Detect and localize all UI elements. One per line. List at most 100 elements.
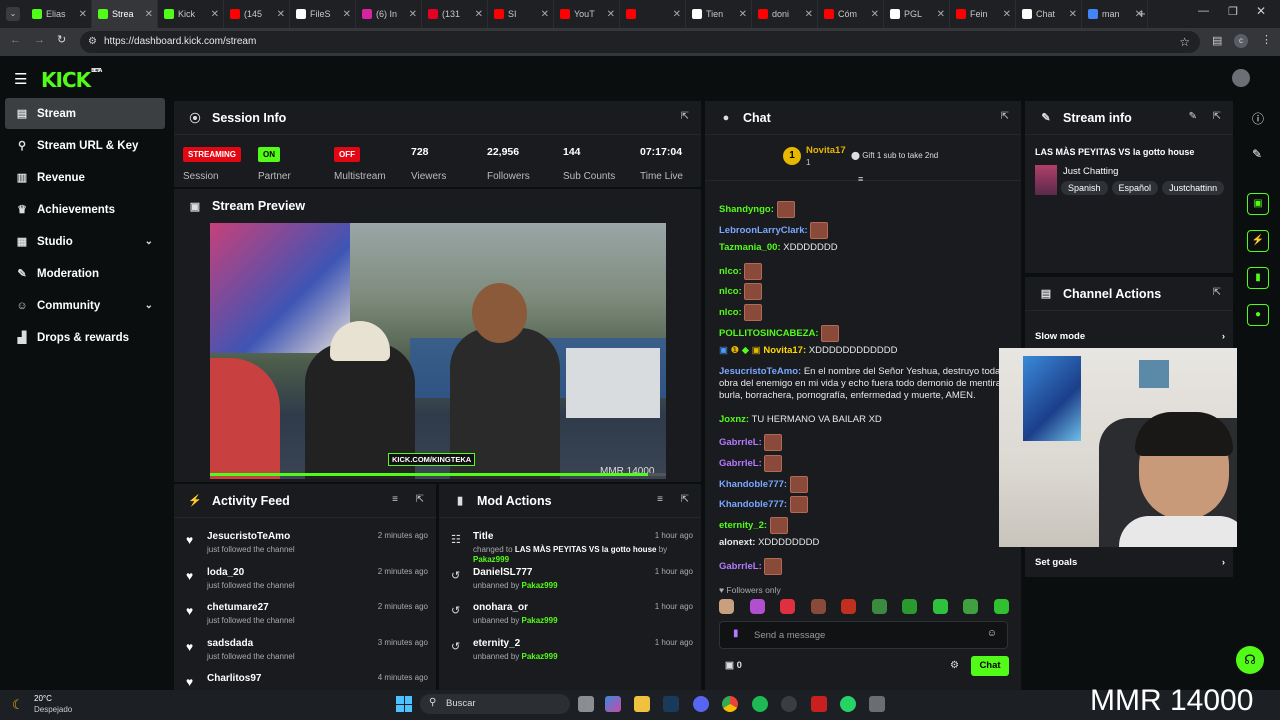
activity-user[interactable]: chetumare27 — [207, 602, 269, 613]
video-progress-bar[interactable] — [210, 473, 666, 476]
site-info-icon[interactable]: ⚙ — [88, 31, 97, 53]
rail-bolt-icon[interactable]: ⚡ — [1247, 230, 1269, 252]
chat-input[interactable]: ▮ Send a message ☺ — [719, 621, 1008, 649]
spotify-icon[interactable] — [752, 696, 768, 712]
activity-user[interactable]: JesucristoTeAmo — [207, 531, 290, 542]
emote-picker-icon[interactable] — [841, 599, 857, 614]
sidebar-item-revenue[interactable]: ▥ Revenue — [5, 162, 165, 193]
back-icon[interactable]: ← — [10, 34, 21, 46]
user-avatar[interactable] — [1232, 69, 1250, 87]
channel-actions-popout-icon[interactable]: ⇱ — [1213, 287, 1221, 298]
tab-close-icon[interactable]: ✕ — [805, 9, 813, 20]
activity-user[interactable]: sadsdada — [207, 638, 253, 649]
stream-tag[interactable]: Spanish — [1061, 181, 1108, 195]
emote-picker-icon[interactable] — [780, 599, 796, 614]
emote-picker-icon[interactable] — [963, 599, 979, 614]
emote-picker-icon[interactable] — [749, 599, 765, 614]
browser-tab[interactable]: (131 ✕ — [422, 0, 488, 28]
maximize-icon[interactable]: ❐ — [1228, 5, 1238, 18]
browser-tab[interactable]: SI ✕ — [488, 0, 554, 28]
browser-tab[interactable]: PGL ✕ — [884, 0, 950, 28]
chat-username[interactable]: nlco: — [719, 286, 742, 297]
file-explorer-icon[interactable] — [634, 696, 650, 712]
chevron-down-icon[interactable]: ⌄ — [145, 300, 153, 311]
tab-close-icon[interactable]: ✕ — [475, 9, 483, 20]
rail-document-icon[interactable]: ▮ — [1247, 267, 1269, 289]
mod-action-moderator[interactable]: Pakaz999 — [522, 581, 558, 590]
chat-username[interactable]: JesucristoTeAmo: — [719, 366, 801, 377]
sidebar-item-achievements[interactable]: ♛ Achievements — [5, 194, 165, 225]
tab-close-icon[interactable]: ✕ — [673, 9, 681, 20]
chat-popout-icon[interactable]: ⇱ — [1001, 111, 1009, 122]
filter-icon[interactable]: ≡ — [392, 494, 398, 505]
chat-username[interactable]: LebroonLarryClark: — [719, 225, 808, 236]
forward-icon[interactable]: → — [34, 34, 45, 46]
chat-username[interactable]: Joxnz: — [719, 414, 749, 425]
mod-action-subject[interactable]: DanielSL777 — [473, 567, 532, 578]
slow-mode-row[interactable]: Slow mode › — [1035, 331, 1225, 342]
chat-username[interactable]: GabrrleL: — [719, 437, 762, 448]
tab-search-icon[interactable]: ⌄ — [6, 7, 20, 21]
chat-username[interactable]: nlco: — [719, 307, 742, 318]
tab-close-icon[interactable]: ✕ — [409, 9, 417, 20]
activity-user[interactable]: Charlitos97 — [207, 673, 261, 684]
new-tab-icon[interactable]: + — [1138, 6, 1146, 21]
tab-close-icon[interactable]: ✕ — [1069, 9, 1077, 20]
chat-username[interactable]: nlco: — [719, 266, 742, 277]
browser-tab[interactable]: (6) In ✕ — [356, 0, 422, 28]
tab-close-icon[interactable]: ✕ — [277, 9, 285, 20]
task-view-icon[interactable] — [578, 696, 594, 712]
rail-chat-icon[interactable]: ● — [1247, 304, 1269, 326]
emote-picker-icon[interactable] — [993, 599, 1009, 614]
edit-layout-icon[interactable]: ✎ — [1252, 147, 1262, 161]
gift-sub-text[interactable]: ⬤ Gift 1 sub to take 2nd — [851, 151, 938, 160]
profile-avatar[interactable]: c — [1234, 34, 1248, 48]
tab-close-icon[interactable]: ✕ — [541, 9, 549, 20]
stream-tag[interactable]: Justchattinn — [1162, 181, 1225, 195]
whatsapp-icon[interactable] — [840, 696, 856, 712]
minimize-icon[interactable]: — — [1198, 5, 1209, 17]
reload-icon[interactable]: ↻ — [57, 33, 66, 46]
mod-action-subject[interactable]: onohara_or — [473, 602, 528, 613]
sidebar-item-drops-rewards[interactable]: ▟ Drops & rewards — [5, 322, 165, 353]
copilot-icon[interactable] — [605, 696, 621, 712]
chat-username[interactable]: alonext: — [719, 537, 755, 548]
tab-close-icon[interactable]: ✕ — [211, 9, 219, 20]
chat-username[interactable]: Shandyngo: — [719, 204, 774, 215]
mic-icon[interactable]: ▮ — [733, 628, 739, 639]
browser-tab[interactable]: Kick ✕ — [158, 0, 224, 28]
channel-points[interactable]: ▣ 0 — [725, 660, 742, 671]
menu-icon[interactable]: ⋮ — [1261, 33, 1272, 46]
mod-filter-icon[interactable]: ≡ — [657, 494, 663, 505]
activity-user[interactable]: loda_20 — [207, 567, 244, 578]
popout-icon[interactable]: ⇱ — [681, 111, 689, 122]
browser-tab[interactable]: FileS ✕ — [290, 0, 356, 28]
browser-tab[interactable]: ✕ — [620, 0, 686, 28]
tab-close-icon[interactable]: ✕ — [871, 9, 879, 20]
info-icon[interactable]: ⓘ — [1252, 110, 1264, 127]
browser-tab[interactable]: Fein ✕ — [950, 0, 1016, 28]
discord-icon[interactable] — [693, 696, 709, 712]
stream-info-popout-icon[interactable]: ⇱ — [1213, 111, 1221, 122]
activity-popout-icon[interactable]: ⇱ — [416, 494, 424, 505]
tab-close-icon[interactable]: ✕ — [343, 9, 351, 20]
emoji-icon[interactable]: ☺ — [987, 628, 997, 639]
emote-picker-icon[interactable] — [932, 599, 948, 614]
chat-username[interactable]: Khandoble777: — [719, 479, 787, 490]
browser-tab[interactable]: Tien ✕ — [686, 0, 752, 28]
emote-picker-icon[interactable] — [810, 599, 826, 614]
emote-picker-icon[interactable] — [902, 599, 918, 614]
mod-action-subject[interactable]: Title — [473, 531, 493, 542]
app-red-icon[interactable] — [811, 696, 827, 712]
url-field[interactable]: ⚙ https://dashboard.kick.com/stream ☆ — [80, 31, 1200, 53]
hamburger-menu-icon[interactable]: ☰ — [14, 70, 27, 88]
sidebar-item-stream-url-key[interactable]: ⚲ Stream URL & Key — [5, 130, 165, 161]
browser-tab[interactable]: Chat ✕ — [1016, 0, 1082, 28]
browser-tab[interactable]: Elias ✕ — [26, 0, 92, 28]
sidebar-item-community[interactable]: ☺ Community ⌄ — [5, 290, 165, 321]
stream-tag[interactable]: Español — [1111, 181, 1159, 195]
tab-close-icon[interactable]: ✕ — [79, 9, 87, 20]
tab-close-icon[interactable]: ✕ — [145, 9, 153, 20]
chat-username[interactable]: eternity_2: — [719, 520, 767, 531]
start-button[interactable] — [396, 696, 412, 712]
